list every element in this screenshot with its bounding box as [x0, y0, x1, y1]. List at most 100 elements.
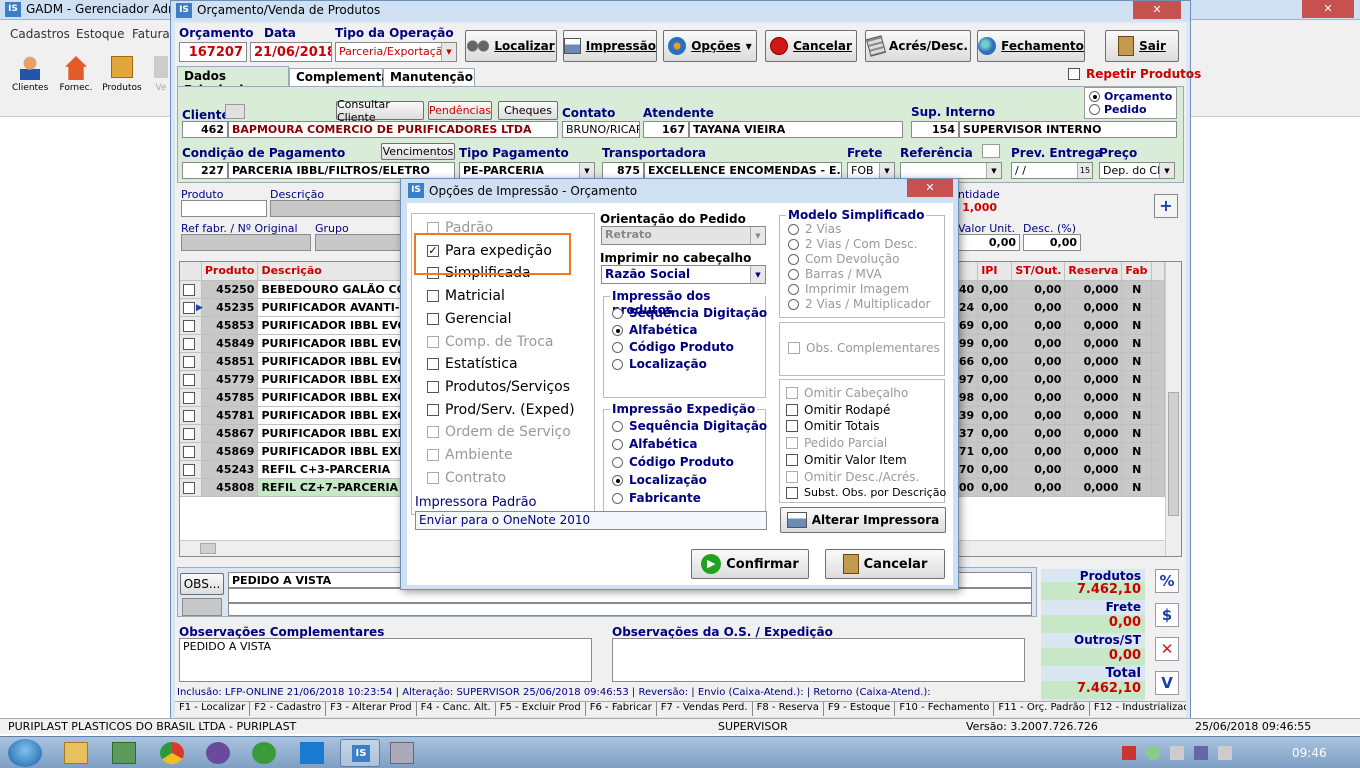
transportadora-name[interactable]: EXCELLENCE ENCOMENDAS - E.C.R. T — [644, 162, 842, 179]
sup-name[interactable]: SUPERVISOR INTERNO — [959, 121, 1177, 138]
localizar-button[interactable]: Localizar — [465, 30, 557, 62]
obs-field-3[interactable] — [228, 603, 1032, 616]
app-icon[interactable] — [390, 742, 414, 764]
condicao-code[interactable]: 227 — [182, 162, 228, 179]
row-checkbox[interactable] — [183, 481, 195, 494]
explorer-icon[interactable] — [64, 742, 88, 764]
tool-clientes[interactable]: Clientes — [12, 56, 48, 93]
app-icon[interactable] — [300, 742, 324, 764]
check-button[interactable]: V — [1155, 671, 1179, 695]
valor-unit-input[interactable]: 0,00 — [958, 234, 1020, 251]
data-field[interactable]: 21/06/2018 — [250, 42, 332, 62]
scrollbar-thumb[interactable] — [1168, 392, 1179, 516]
grid-header-cell[interactable] — [180, 262, 202, 281]
referencia-select[interactable]: ▼ — [900, 162, 1002, 179]
cabecalho-select[interactable]: Razão Social ▼ — [601, 265, 766, 284]
tray-icon[interactable] — [1194, 746, 1208, 760]
fkey-12[interactable]: F12 - Industrializado — [1090, 702, 1186, 716]
row-checkbox[interactable] — [183, 445, 195, 458]
repetir-produtos-checkbox[interactable]: Repetir Produtos — [1068, 67, 1201, 81]
scrollbar-thumb[interactable] — [200, 543, 216, 554]
tab-complementar[interactable]: Complementar — [289, 68, 395, 87]
row-checkbox-cell[interactable] — [180, 370, 202, 389]
start-button[interactable] — [8, 739, 42, 767]
row-checkbox[interactable] — [183, 337, 195, 350]
print-option-6[interactable]: Estatística — [427, 356, 518, 372]
sair-button[interactable]: Sair — [1105, 30, 1179, 62]
tray-icon[interactable] — [1146, 746, 1160, 760]
tipo-pagamento-select[interactable]: PE-PARCERIA ▼ — [459, 162, 595, 179]
grid-header-cell[interactable]: Fab — [1121, 262, 1153, 281]
print-option-8[interactable]: Prod/Serv. (Exped) — [427, 402, 575, 418]
cheques-button[interactable]: Cheques — [498, 101, 558, 120]
cliente-code[interactable]: 462 — [182, 121, 228, 138]
fkey-5[interactable]: F5 - Excluir Prod — [496, 702, 586, 716]
sup-code[interactable]: 154 — [911, 121, 959, 138]
orcamento-number[interactable]: 167207 — [179, 42, 247, 62]
preco-select[interactable]: Dep. do Cl ▼ — [1099, 162, 1175, 179]
row-checkbox[interactable] — [183, 301, 195, 314]
row-checkbox[interactable] — [183, 427, 195, 440]
opcoes-button[interactable]: Opções ▼ — [663, 30, 757, 62]
referencia-toggle[interactable] — [982, 144, 1000, 158]
print-option-4[interactable]: Gerencial — [427, 311, 511, 327]
row-checkbox-cell[interactable] — [180, 388, 202, 407]
confirmar-button[interactable]: ▶ Confirmar — [691, 549, 809, 579]
dialog-close-button[interactable]: ✕ — [907, 179, 953, 197]
omit-option-4[interactable]: Omitir Valor Item — [786, 453, 907, 467]
consultar-cliente-button[interactable]: Consultar Cliente — [336, 98, 424, 124]
volume-icon[interactable] — [1218, 746, 1232, 760]
grid-header-cell[interactable]: IPI — [977, 262, 1013, 281]
omit-option-6[interactable]: Subst. Obs. por Descrição — [786, 486, 946, 499]
fkey-9[interactable]: F9 - Estoque — [824, 702, 896, 716]
row-checkbox-cell[interactable] — [180, 478, 202, 497]
omit-option-2[interactable]: Omitir Totais — [786, 419, 880, 433]
vertical-scrollbar[interactable] — [1165, 262, 1181, 556]
row-checkbox[interactable] — [183, 391, 195, 404]
pedido-radio[interactable]: Pedido — [1089, 103, 1172, 116]
grid-header-cell[interactable]: Reserva — [1064, 262, 1123, 281]
imp-prod-radio-3[interactable]: Localização — [612, 357, 707, 371]
impressora-field[interactable]: Enviar para o OneNote 2010 — [415, 511, 767, 530]
row-checkbox-cell[interactable] — [180, 460, 202, 479]
bg-close-button[interactable]: ✕ — [1302, 0, 1354, 18]
menu-estoque[interactable]: Estoque — [76, 27, 125, 41]
row-checkbox-cell[interactable] — [180, 334, 202, 353]
print-option-3[interactable]: Matricial — [427, 288, 505, 304]
dialog-cancelar-button[interactable]: Cancelar — [825, 549, 945, 579]
app-icon[interactable] — [252, 742, 276, 764]
imp-exp-radio-0[interactable]: Sequência Digitação — [612, 419, 767, 433]
imp-exp-radio-1[interactable]: Alfabética — [612, 437, 698, 451]
cliente-lookup-button[interactable] — [225, 104, 245, 119]
row-checkbox[interactable] — [183, 355, 195, 368]
quantidade-value[interactable]: 1,000 — [958, 200, 1000, 217]
impressao-button[interactable]: Impressão — [563, 30, 657, 62]
row-checkbox-cell[interactable] — [180, 352, 202, 371]
vencimentos-button[interactable]: Vencimentos — [381, 143, 455, 160]
obs-os-textarea[interactable] — [612, 638, 1025, 682]
row-checkbox-cell[interactable] — [180, 406, 202, 425]
row-checkbox[interactable] — [183, 319, 195, 332]
app-icon[interactable] — [112, 742, 136, 764]
fechamento-button[interactable]: Fechamento — [977, 30, 1085, 62]
print-option-7[interactable]: Produtos/Serviços — [427, 379, 570, 395]
frete-select[interactable]: FOB ▼ — [847, 162, 895, 179]
row-checkbox[interactable] — [183, 463, 195, 476]
grid-header-cell[interactable]: ST/Out. — [1011, 262, 1066, 281]
delete-button[interactable]: ✕ — [1155, 637, 1179, 661]
cliente-name[interactable]: BAPMOURA COMERCIO DE PURIFICADORES LTDA — [228, 121, 558, 138]
obs-button[interactable]: OBS... — [180, 573, 224, 595]
add-product-button[interactable]: + — [1154, 194, 1178, 218]
tipo-operacao-select[interactable]: Parceria/Exportaçã ▼ — [335, 42, 457, 62]
dollar-button[interactable]: $ — [1155, 603, 1179, 627]
imp-exp-radio-3[interactable]: Localização — [612, 473, 707, 487]
contato-field[interactable]: BRUNO/RICAR — [562, 121, 640, 138]
row-checkbox-cell[interactable] — [180, 442, 202, 461]
obs-field-2[interactable] — [228, 588, 1032, 603]
tool-fornec[interactable]: Fornec. — [58, 56, 94, 93]
imp-prod-radio-0[interactable]: Sequência Digitação — [612, 306, 767, 320]
alterar-impressora-button[interactable]: Alterar Impressora — [780, 507, 946, 533]
desc-pct-input[interactable]: 0,00 — [1023, 234, 1081, 251]
imp-exp-radio-2[interactable]: Código Produto — [612, 455, 734, 469]
cancelar-button[interactable]: Cancelar — [765, 30, 857, 62]
